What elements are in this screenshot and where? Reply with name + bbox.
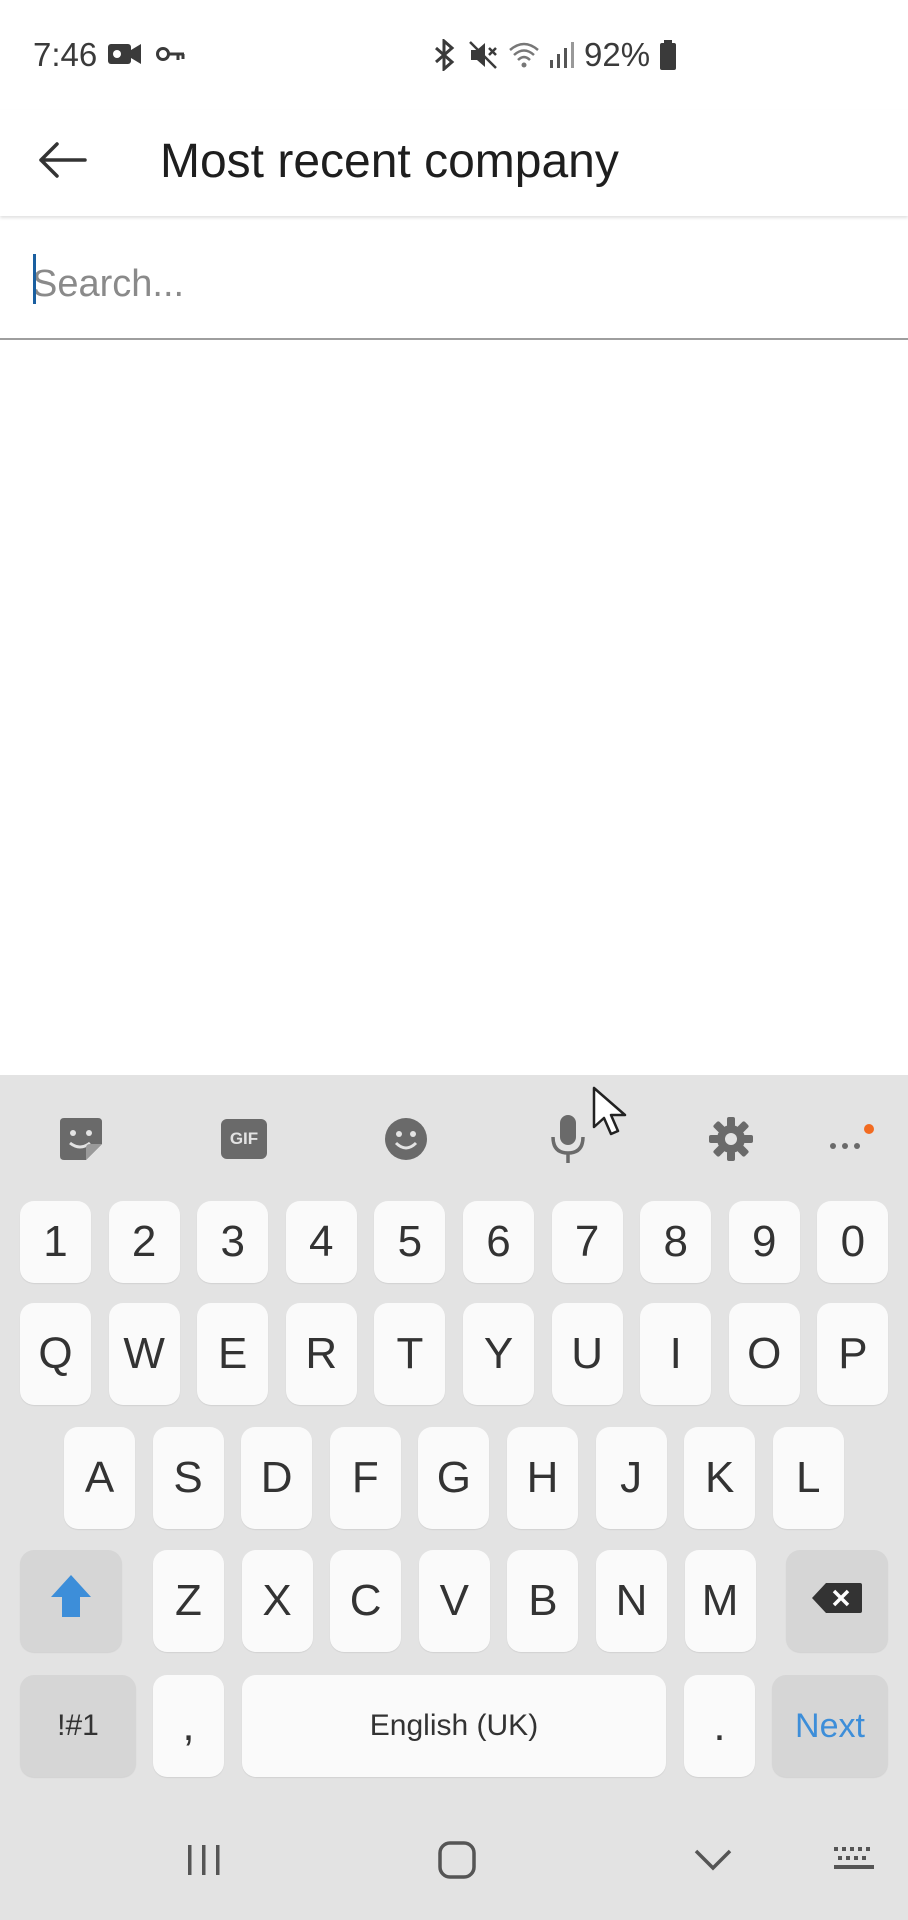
- key-c[interactable]: C: [330, 1550, 402, 1652]
- search-bar: [0, 228, 908, 340]
- keyboard: GIF 1234567890 QWERTYUIOP ASDFGHJKL ZXCVBNM…: [0, 1075, 908, 1920]
- recents-icon[interactable]: [172, 1828, 236, 1892]
- microphone-icon[interactable]: [542, 1113, 594, 1165]
- key-n[interactable]: N: [596, 1550, 667, 1652]
- backspace-key[interactable]: [786, 1550, 888, 1652]
- key-u[interactable]: U: [551, 1303, 623, 1405]
- key-q[interactable]: Q: [20, 1303, 91, 1405]
- key-x[interactable]: X: [241, 1550, 313, 1652]
- arrow-left-icon: [37, 140, 87, 185]
- key-i[interactable]: I: [640, 1303, 712, 1405]
- shift-key[interactable]: [20, 1550, 122, 1652]
- key-j[interactable]: J: [595, 1427, 667, 1529]
- key-7[interactable]: 7: [551, 1201, 623, 1283]
- video-camera-icon: [108, 42, 142, 71]
- period-key[interactable]: .: [684, 1675, 755, 1777]
- key-0[interactable]: 0: [817, 1201, 889, 1283]
- text-caret: [33, 254, 36, 304]
- signal-icon: [550, 42, 574, 68]
- hide-keyboard-icon[interactable]: [681, 1828, 745, 1892]
- key-icon: [156, 44, 186, 69]
- key-3[interactable]: 3: [197, 1201, 269, 1283]
- key-t[interactable]: T: [374, 1303, 446, 1405]
- keyboard-switch-icon[interactable]: [822, 1828, 886, 1892]
- key-a[interactable]: A: [64, 1427, 135, 1529]
- mute-icon: [468, 40, 498, 70]
- key-4[interactable]: 4: [285, 1201, 357, 1283]
- key-b[interactable]: B: [507, 1550, 579, 1652]
- home-icon[interactable]: [425, 1828, 489, 1892]
- key-k[interactable]: K: [684, 1427, 756, 1529]
- key-g[interactable]: G: [418, 1427, 490, 1529]
- key-p[interactable]: P: [817, 1303, 889, 1405]
- navigation-bar: [0, 1800, 908, 1920]
- next-key[interactable]: Next: [772, 1675, 888, 1777]
- gif-icon[interactable]: GIF: [218, 1113, 270, 1165]
- status-time: 7:46: [33, 36, 98, 73]
- key-v[interactable]: V: [418, 1550, 490, 1652]
- emoji-icon[interactable]: [380, 1113, 432, 1165]
- key-6[interactable]: 6: [463, 1201, 534, 1283]
- bluetooth-icon: [432, 39, 458, 71]
- battery-icon: [660, 40, 677, 70]
- page-title: Most recent company: [160, 135, 619, 188]
- key-s[interactable]: S: [152, 1427, 224, 1529]
- more-icon[interactable]: [823, 1113, 875, 1165]
- key-r[interactable]: R: [285, 1303, 357, 1405]
- key-9[interactable]: 9: [728, 1201, 800, 1283]
- key-8[interactable]: 8: [640, 1201, 712, 1283]
- back-button[interactable]: [32, 132, 92, 192]
- sticker-icon[interactable]: [55, 1113, 107, 1165]
- keyboard-toolbar: GIF: [0, 1075, 908, 1195]
- comma-key[interactable]: ,: [153, 1675, 224, 1777]
- key-w[interactable]: W: [108, 1303, 180, 1405]
- key-h[interactable]: H: [507, 1427, 578, 1529]
- key-5[interactable]: 5: [374, 1201, 446, 1283]
- key-z[interactable]: Z: [153, 1550, 224, 1652]
- mouse-pointer-icon: [590, 1085, 630, 1142]
- key-o[interactable]: O: [728, 1303, 800, 1405]
- key-d[interactable]: D: [241, 1427, 313, 1529]
- app-bar: Most recent company: [0, 110, 908, 216]
- key-1[interactable]: 1: [20, 1201, 91, 1283]
- key-l[interactable]: L: [772, 1427, 844, 1529]
- settings-icon[interactable]: [705, 1113, 757, 1165]
- key-m[interactable]: M: [684, 1550, 756, 1652]
- shift-arrow-icon: [49, 1573, 93, 1630]
- key-2[interactable]: 2: [108, 1201, 180, 1283]
- battery-percent: 92%: [584, 36, 651, 73]
- wifi-icon: [508, 41, 540, 69]
- space-key[interactable]: English (UK): [242, 1675, 666, 1777]
- key-e[interactable]: E: [197, 1303, 269, 1405]
- key-y[interactable]: Y: [463, 1303, 534, 1405]
- backspace-icon: [810, 1576, 864, 1626]
- search-input[interactable]: [32, 254, 872, 314]
- gif-label: GIF: [229, 1129, 259, 1148]
- symbols-key[interactable]: !#1: [20, 1675, 136, 1777]
- key-f[interactable]: F: [329, 1427, 401, 1529]
- status-bar: 7:46 92%: [0, 0, 908, 110]
